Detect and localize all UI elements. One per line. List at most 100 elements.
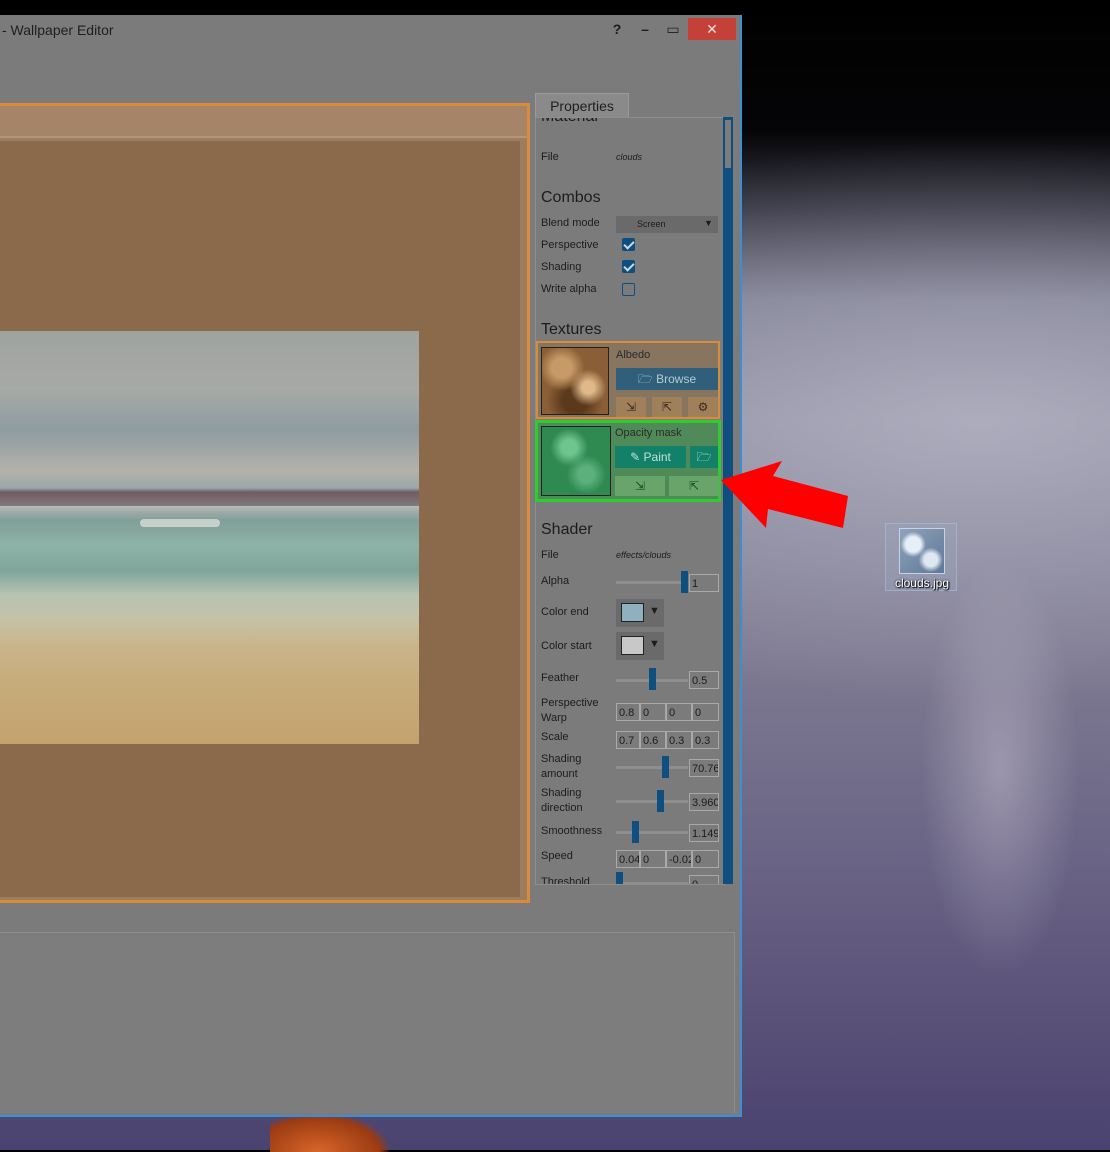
desktop-file-icon[interactable]: clouds.jpg bbox=[885, 523, 957, 591]
perspective-warp-input-2[interactable]: 0 bbox=[640, 703, 666, 721]
properties-scrollbar-thumb[interactable] bbox=[725, 120, 731, 168]
alpha-input[interactable]: 1 bbox=[689, 574, 719, 592]
help-button[interactable]: ? bbox=[602, 18, 632, 40]
combos-heading: Combos bbox=[541, 189, 601, 206]
alpha-slider[interactable] bbox=[616, 581, 688, 584]
textures-heading: Textures bbox=[541, 321, 602, 338]
material-file-label: File bbox=[541, 151, 559, 163]
settings-button[interactable]: ⚙ bbox=[688, 397, 718, 417]
paint-button[interactable]: ✎ Paint bbox=[615, 446, 686, 468]
brush-icon: ✎ bbox=[630, 450, 641, 464]
perspective-warp-input-4[interactable]: 0 bbox=[692, 703, 719, 721]
speed-input-2[interactable]: 0 bbox=[640, 850, 666, 868]
opacity-mask-thumbnail[interactable] bbox=[541, 426, 611, 496]
write-alpha-checkbox[interactable] bbox=[622, 283, 635, 296]
feather-label: Feather bbox=[541, 672, 579, 684]
albedo-label: Albedo bbox=[616, 349, 651, 361]
browse-button-label: Browse bbox=[656, 372, 697, 386]
wave-highlight bbox=[140, 519, 220, 527]
scale-input-4[interactable]: 0.3 bbox=[692, 731, 719, 749]
export-icon: ⇱ bbox=[661, 400, 673, 414]
opacity-mask-texture-slot: Opacity mask ✎ Paint 🗁 ⇲ ⇱ bbox=[535, 420, 721, 502]
threshold-input[interactable]: 0 bbox=[689, 875, 719, 884]
shading-amount-slider[interactable] bbox=[616, 766, 688, 769]
window-title: - Wallpaper Editor bbox=[2, 22, 114, 38]
write-alpha-label: Write alpha bbox=[541, 283, 597, 295]
albedo-texture-thumbnail[interactable] bbox=[541, 347, 609, 415]
shading-direction-slider-thumb[interactable] bbox=[656, 790, 664, 812]
shading-checkbox[interactable] bbox=[622, 260, 635, 273]
import-button[interactable]: ⇲ bbox=[616, 397, 646, 417]
material-file-value[interactable]: clouds bbox=[616, 152, 642, 162]
speed-input-1[interactable]: 0.04 bbox=[616, 850, 640, 868]
alpha-slider-thumb[interactable] bbox=[681, 571, 688, 593]
tab-properties[interactable]: Properties bbox=[535, 93, 629, 118]
color-start-picker[interactable]: ▼ bbox=[616, 632, 664, 660]
shading-label: Shading bbox=[541, 261, 582, 273]
maximize-button[interactable]: ▭ bbox=[658, 18, 688, 40]
scale-input-1[interactable]: 0.7 bbox=[616, 731, 640, 749]
desktop-file-label: clouds.jpg bbox=[894, 576, 950, 590]
color-start-label: Color start bbox=[541, 640, 592, 652]
shader-file-value[interactable]: effects/clouds bbox=[616, 550, 671, 560]
threshold-slider[interactable] bbox=[616, 882, 688, 884]
smoothness-slider-thumb[interactable] bbox=[632, 821, 640, 843]
import-button[interactable]: ⇲ bbox=[615, 476, 665, 496]
feather-slider-thumb[interactable] bbox=[648, 668, 656, 690]
image-file-icon bbox=[899, 528, 945, 574]
import-icon: ⇲ bbox=[634, 479, 646, 493]
shading-amount-label-2: amount bbox=[541, 768, 578, 780]
shading-direction-slider[interactable] bbox=[616, 800, 688, 803]
shading-direction-input[interactable]: 3.960 bbox=[689, 793, 719, 811]
folder-icon: 🗁 bbox=[696, 450, 712, 464]
perspective-warp-label-2: Warp bbox=[541, 712, 567, 724]
smoothness-slider[interactable] bbox=[616, 831, 688, 834]
scale-input-2[interactable]: 0.6 bbox=[640, 731, 666, 749]
export-button[interactable]: ⇱ bbox=[669, 476, 719, 496]
smoothness-input[interactable]: 1.149 bbox=[689, 824, 719, 842]
chevron-down-icon: ▼ bbox=[649, 638, 660, 650]
feather-input[interactable]: 0.5 bbox=[689, 671, 719, 689]
color-end-label: Color end bbox=[541, 606, 589, 618]
gear-icon: ⚙ bbox=[697, 400, 709, 414]
color-end-picker[interactable]: ▼ bbox=[616, 599, 664, 627]
blend-mode-dropdown[interactable]: Screen ▼ bbox=[616, 216, 718, 233]
wallpaper-preview-image[interactable] bbox=[0, 331, 419, 744]
shading-amount-input[interactable]: 70.76 bbox=[689, 759, 719, 777]
perspective-warp-label: Perspective bbox=[541, 697, 599, 709]
scale-label: Scale bbox=[541, 731, 569, 743]
folder-icon: 🗁 bbox=[637, 372, 653, 386]
import-icon: ⇲ bbox=[625, 400, 637, 414]
perspective-warp-input-3[interactable]: 0 bbox=[666, 703, 692, 721]
scale-input-3[interactable]: 0.3 bbox=[666, 731, 692, 749]
threshold-slider-thumb[interactable] bbox=[616, 872, 623, 884]
desktop-haze bbox=[920, 560, 1080, 980]
shading-direction-label: Shading bbox=[541, 787, 582, 799]
close-button[interactable]: ✕ bbox=[688, 18, 736, 40]
desktop-decoration bbox=[270, 1112, 390, 1152]
shading-amount-label: Shading bbox=[541, 753, 582, 765]
color-end-swatch bbox=[621, 603, 644, 622]
preview-canvas[interactable] bbox=[0, 141, 520, 897]
minimize-button[interactable]: – bbox=[630, 18, 660, 40]
blend-mode-value: Screen bbox=[637, 219, 666, 229]
perspective-checkbox[interactable] bbox=[622, 238, 635, 251]
title-bar[interactable]: - Wallpaper Editor ? – ▭ ✕ bbox=[0, 15, 740, 45]
alpha-label: Alpha bbox=[541, 575, 570, 587]
speed-input-4[interactable]: 0 bbox=[692, 850, 719, 868]
opacity-mask-label: Opacity mask bbox=[615, 427, 682, 439]
perspective-warp-input-1[interactable]: 0.8 bbox=[616, 703, 640, 721]
material-heading: Material bbox=[541, 118, 598, 126]
threshold-label: Threshold bbox=[541, 876, 590, 885]
arrow-shape bbox=[721, 461, 848, 528]
browse-button[interactable]: 🗁 Browse bbox=[616, 368, 718, 390]
color-start-swatch bbox=[621, 636, 644, 655]
shader-heading: Shader bbox=[541, 521, 593, 538]
browse-folder-button[interactable]: 🗁 bbox=[690, 446, 718, 468]
export-icon: ⇱ bbox=[688, 479, 700, 493]
preview-header bbox=[0, 106, 527, 138]
export-button[interactable]: ⇱ bbox=[652, 397, 682, 417]
shading-amount-slider-thumb[interactable] bbox=[661, 756, 669, 778]
perspective-label: Perspective bbox=[541, 239, 599, 251]
speed-input-3[interactable]: -0.02 bbox=[666, 850, 692, 868]
